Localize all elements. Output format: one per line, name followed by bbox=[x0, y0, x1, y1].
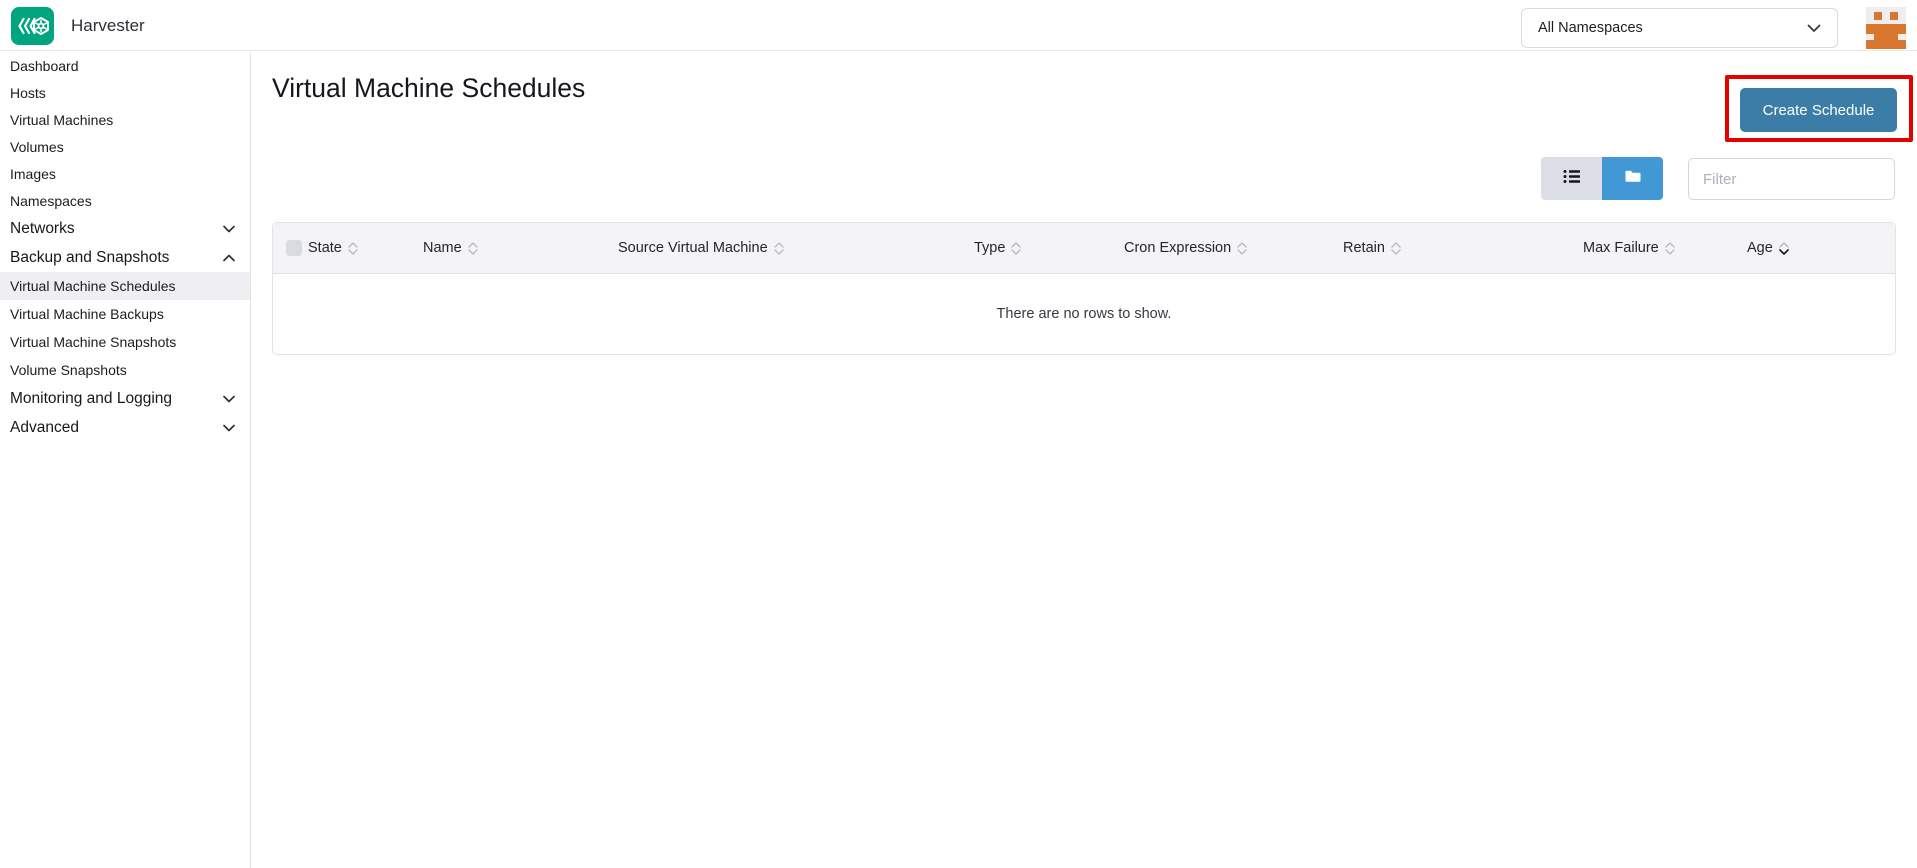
sidebar-item-virtual-machine-schedules[interactable]: Virtual Machine Schedules bbox=[0, 272, 250, 300]
sort-icon bbox=[1665, 242, 1675, 255]
sidebar-item-volume-snapshots[interactable]: Volume Snapshots bbox=[0, 356, 250, 384]
empty-state-text: There are no rows to show. bbox=[997, 306, 1172, 322]
harvester-logo-icon bbox=[11, 7, 54, 45]
sidebar-group-label: Advanced bbox=[10, 419, 79, 437]
sidebar-item-label: Virtual Machine Schedules bbox=[10, 278, 176, 294]
column-label: Source Virtual Machine bbox=[618, 240, 768, 256]
table-header-row: State Name Source Virtual Machine Type C… bbox=[273, 223, 1895, 274]
list-view-button[interactable] bbox=[1541, 157, 1602, 200]
sidebar-group-label: Backup and Snapshots bbox=[10, 249, 169, 267]
chevron-up-icon bbox=[223, 254, 235, 262]
sidebar-group-networks[interactable]: Networks bbox=[0, 214, 250, 243]
sidebar-group-backup-and-snapshots[interactable]: Backup and Snapshots bbox=[0, 243, 250, 272]
sidebar-item-label: Dashboard bbox=[10, 58, 79, 74]
column-label: Max Failure bbox=[1583, 240, 1659, 256]
sidebar-item-label: Images bbox=[10, 166, 56, 182]
sort-icon bbox=[774, 242, 784, 255]
chevron-down-icon bbox=[1807, 24, 1821, 33]
sort-icon bbox=[348, 242, 358, 255]
column-header-cron-expression[interactable]: Cron Expression bbox=[1124, 240, 1343, 256]
app-title: Harvester bbox=[71, 16, 145, 36]
group-by-namespace-view-button[interactable] bbox=[1602, 157, 1663, 200]
sidebar-item-label: Virtual Machine Snapshots bbox=[10, 334, 176, 350]
sidebar-item-dashboard[interactable]: Dashboard bbox=[0, 52, 250, 79]
brand-home-link[interactable]: Harvester bbox=[11, 7, 145, 45]
column-header-name[interactable]: Name bbox=[423, 240, 618, 256]
sort-icon bbox=[1011, 242, 1021, 255]
column-header-source-virtual-machine[interactable]: Source Virtual Machine bbox=[618, 240, 974, 256]
sidebar: Dashboard Hosts Virtual Machines Volumes… bbox=[0, 52, 251, 868]
column-header-max-failure[interactable]: Max Failure bbox=[1583, 240, 1747, 256]
list-icon bbox=[1563, 169, 1581, 189]
column-label: Name bbox=[423, 240, 462, 256]
sidebar-group-label: Monitoring and Logging bbox=[10, 390, 172, 408]
sidebar-item-virtual-machines[interactable]: Virtual Machines bbox=[0, 106, 250, 133]
folder-icon bbox=[1624, 169, 1641, 188]
sidebar-item-hosts[interactable]: Hosts bbox=[0, 79, 250, 106]
column-header-state[interactable]: State bbox=[308, 240, 423, 256]
sidebar-item-label: Virtual Machines bbox=[10, 112, 113, 128]
column-header-retain[interactable]: Retain bbox=[1343, 240, 1583, 256]
chevron-down-icon bbox=[223, 225, 235, 233]
sidebar-item-namespaces[interactable]: Namespaces bbox=[0, 187, 250, 214]
user-avatar[interactable] bbox=[1866, 7, 1906, 49]
create-schedule-button[interactable]: Create Schedule bbox=[1740, 88, 1897, 132]
column-label: State bbox=[308, 240, 342, 256]
table-empty-row: There are no rows to show. bbox=[273, 274, 1895, 354]
sidebar-item-images[interactable]: Images bbox=[0, 160, 250, 187]
namespace-selector[interactable]: All Namespaces bbox=[1521, 8, 1838, 48]
column-header-type[interactable]: Type bbox=[974, 240, 1124, 256]
sort-icon bbox=[468, 242, 478, 255]
sidebar-item-label: Volumes bbox=[10, 139, 64, 155]
sidebar-group-label: Networks bbox=[10, 220, 75, 238]
sort-icon bbox=[1237, 242, 1247, 255]
namespace-selector-value: All Namespaces bbox=[1538, 20, 1643, 36]
chevron-down-icon bbox=[223, 424, 235, 432]
sidebar-group-advanced[interactable]: Advanced bbox=[0, 413, 250, 442]
sidebar-item-volumes[interactable]: Volumes bbox=[0, 133, 250, 160]
sort-icon bbox=[1391, 242, 1401, 255]
view-toggle bbox=[1541, 157, 1663, 200]
sidebar-item-virtual-machine-backups[interactable]: Virtual Machine Backups bbox=[0, 300, 250, 328]
sidebar-item-label: Volume Snapshots bbox=[10, 362, 127, 378]
sidebar-item-label: Hosts bbox=[10, 85, 46, 101]
sidebar-item-label: Virtual Machine Backups bbox=[10, 306, 164, 322]
chevron-down-icon bbox=[223, 395, 235, 403]
sort-desc-icon bbox=[1779, 242, 1789, 255]
column-label: Retain bbox=[1343, 240, 1385, 256]
page-title: Virtual Machine Schedules bbox=[272, 73, 585, 104]
column-label: Cron Expression bbox=[1124, 240, 1231, 256]
column-label: Type bbox=[974, 240, 1005, 256]
schedules-table: State Name Source Virtual Machine Type C… bbox=[272, 222, 1896, 355]
filter-input[interactable] bbox=[1688, 158, 1895, 200]
sidebar-item-virtual-machine-snapshots[interactable]: Virtual Machine Snapshots bbox=[0, 328, 250, 356]
column-header-age[interactable]: Age bbox=[1747, 240, 1895, 256]
column-label: Age bbox=[1747, 240, 1773, 256]
select-all-checkbox[interactable] bbox=[286, 240, 302, 256]
sidebar-item-label: Namespaces bbox=[10, 193, 92, 209]
select-all-cell bbox=[273, 240, 308, 256]
top-bar: Harvester All Namespaces bbox=[0, 0, 1917, 51]
sidebar-group-monitoring-and-logging[interactable]: Monitoring and Logging bbox=[0, 384, 250, 413]
